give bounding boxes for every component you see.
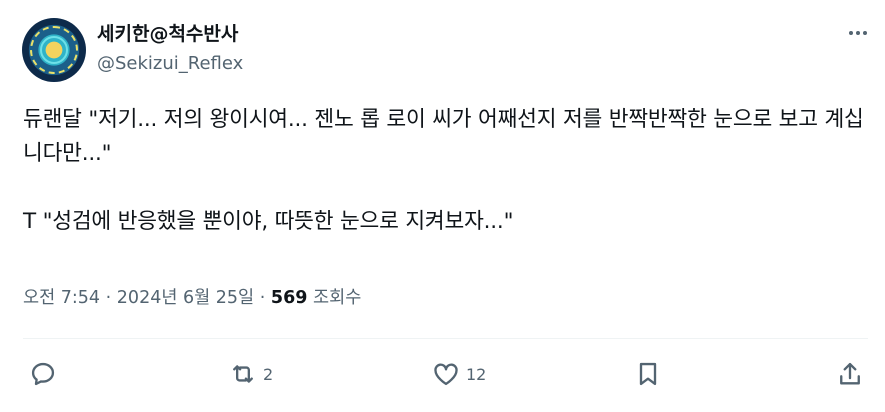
tweet-meta: 오전 7:54 · 2024년 6월 25일 · 569 조회수 [23,284,361,309]
like-count: 12 [466,364,487,384]
author-handle[interactable]: @Sekizui_Reflex [97,53,243,74]
bookmark-icon [639,362,657,386]
avatar-inner-ring [40,36,68,64]
bookmark-button[interactable] [634,360,662,388]
meta-separator: · [105,288,112,308]
tweet-date[interactable]: 2024년 6월 25일 [117,288,254,308]
reply-icon [31,362,55,386]
share-icon [840,362,860,385]
like-button[interactable]: 12 [432,360,486,388]
share-button[interactable] [836,360,864,388]
divider [23,338,868,339]
tweet-time[interactable]: 오전 7:54 [23,288,100,308]
retweet-button[interactable]: 2 [229,360,273,388]
tweet-text: 듀랜달 "저기... 저의 왕이시여... 젠노 롭 로이 씨가 어째선지 저를… [23,107,864,234]
more-dot [863,31,867,35]
reply-button[interactable] [29,360,63,388]
views-label: 조회수 [313,288,362,308]
author-display-name[interactable]: 세키한@척수반사 [97,19,238,46]
views-count: 569 [270,288,308,308]
retweet-count: 2 [263,364,274,384]
avatar[interactable] [22,18,86,82]
more-dot [856,31,860,35]
more-dot [849,31,853,35]
retweet-icon [233,365,253,383]
heart-icon [434,363,458,386]
meta-separator: · [259,288,266,308]
more-icon[interactable] [845,22,871,44]
